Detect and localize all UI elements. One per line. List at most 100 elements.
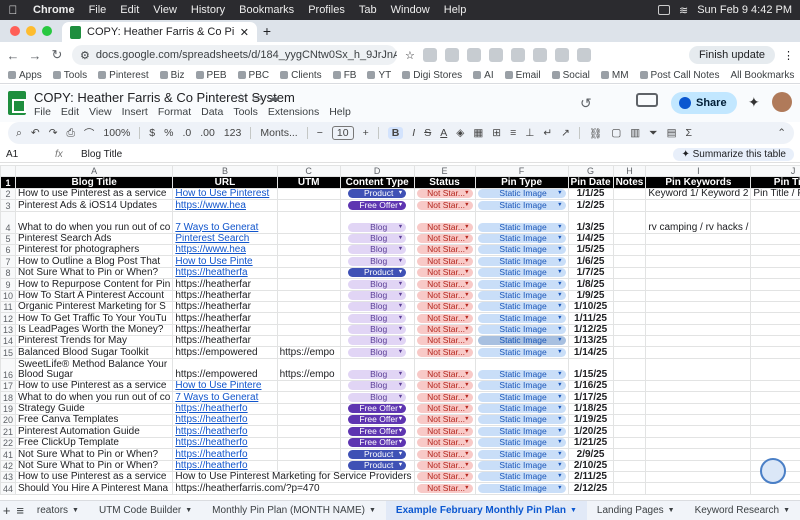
bookmark-item[interactable]: MM xyxy=(601,70,629,81)
extension-icon[interactable] xyxy=(576,48,591,62)
cell-url[interactable]: How to Use Pinterest xyxy=(172,187,278,201)
cell-status[interactable]: Not Star... xyxy=(413,232,476,245)
type-chip[interactable]: Free Offer xyxy=(348,438,407,448)
cell-pin-date[interactable]: 1/13/25 xyxy=(567,335,614,348)
status-chip[interactable]: Not Star... xyxy=(416,392,473,402)
cell-notes[interactable] xyxy=(612,232,647,245)
site-info-icon[interactable]: ⚙ xyxy=(80,49,90,62)
row-number[interactable]: 15 xyxy=(0,346,17,359)
all-sheets-menu-icon[interactable]: ≡ xyxy=(13,503,26,518)
cell-pin-date[interactable]: 2/12/25 xyxy=(567,482,614,495)
cell-pin-keywords[interactable] xyxy=(645,278,752,291)
cell-pin-date[interactable]: 1/15/25 xyxy=(567,357,614,381)
cell-utm[interactable] xyxy=(276,379,341,393)
cell-pin-type[interactable]: Static Image xyxy=(474,300,569,314)
cell-pin-type[interactable]: Static Image xyxy=(474,459,569,473)
cell-pin-date[interactable]: 1/1/25 xyxy=(567,187,614,201)
status-chip[interactable]: Not Star... xyxy=(416,313,473,323)
chevron-down-icon[interactable]: ▼ xyxy=(369,507,376,514)
bookmark-item[interactable]: Email xyxy=(505,70,541,81)
cell-pin-keywords[interactable]: Keyword 1/ Keyword 2 xyxy=(645,187,752,201)
align-vertical-icon[interactable]: ⊥ xyxy=(525,127,534,139)
cell-utm[interactable] xyxy=(276,436,341,450)
borders-icon[interactable]: ▦ xyxy=(473,127,483,139)
cell-pin-type[interactable]: Static Image xyxy=(474,210,569,234)
pintype-chip[interactable]: Static Image xyxy=(477,438,566,448)
browser-tab-active[interactable]: COPY: Heather Farris & Co Pin ✕ xyxy=(62,22,257,42)
cell-pin-keywords[interactable] xyxy=(645,300,752,314)
cell-pin-date[interactable]: 1/11/25 xyxy=(567,312,614,325)
row-number[interactable]: 16 xyxy=(0,357,17,381)
cell-url[interactable]: https://heatherfar xyxy=(172,278,278,291)
cell-blog-title[interactable]: Is LeadPages Worth the Money? xyxy=(15,323,174,337)
bookmark-item[interactable]: AI xyxy=(473,70,493,81)
close-window-button[interactable] xyxy=(10,26,20,36)
cell-blog-title[interactable]: SweetLife® Method Balance Your Blood Sug… xyxy=(15,357,174,381)
font-size-increase-button[interactable]: + xyxy=(363,127,369,139)
spreadsheet-grid[interactable]: ABCDEFGHIJK 1Blog TitleURLUTMContent Typ… xyxy=(0,165,800,498)
column-header-e[interactable]: E xyxy=(413,165,476,178)
cell-blog-title[interactable]: Organic Pinterest Marketing for S xyxy=(15,300,174,314)
cell-pin-type[interactable]: Static Image xyxy=(474,323,569,337)
battery-icon[interactable] xyxy=(658,5,670,15)
column-header-j[interactable]: J xyxy=(750,165,800,178)
cell-url[interactable]: https://heatherfo xyxy=(172,459,278,473)
header-cell[interactable]: URL xyxy=(172,176,278,189)
cell-pin-type[interactable]: Static Image xyxy=(474,482,569,495)
cell-content-type[interactable]: Product xyxy=(339,187,415,201)
cell-status[interactable]: Not Star... xyxy=(413,482,476,495)
cell-content-type[interactable]: Blog xyxy=(339,391,415,404)
bookmark-item[interactable]: PEB xyxy=(196,70,227,81)
cell-url[interactable]: https://heatherfar xyxy=(172,289,278,302)
cell-blog-title[interactable]: How to use Pinterest as a service xyxy=(15,187,174,201)
cell-url[interactable]: https://heatherfar xyxy=(172,312,278,325)
type-chip[interactable]: Blog xyxy=(348,302,407,312)
cell-blog-title[interactable]: What to do when you run out of co xyxy=(15,391,174,404)
cell-url[interactable]: How to Use Pinterest Marketing for Servi… xyxy=(172,470,415,484)
cell-pin-title[interactable] xyxy=(750,255,800,268)
row-number[interactable]: 3 xyxy=(0,199,17,212)
sheet-tab[interactable]: Landing Pages ▼ xyxy=(587,501,685,520)
cell-utm[interactable] xyxy=(276,199,341,212)
cell-url[interactable]: How to Use Pinte xyxy=(172,255,278,268)
cell-pin-title[interactable] xyxy=(750,323,800,337)
status-chip[interactable]: Not Star... xyxy=(416,245,473,255)
cell-pin-date[interactable]: 2/9/25 xyxy=(567,448,614,461)
cell-pin-title[interactable]: Pin Title / Pin Title xyxy=(750,187,800,201)
bookmark-item[interactable]: Pinterest xyxy=(98,70,148,81)
cell-blog-title[interactable]: Pinterest Trends for May xyxy=(15,335,174,348)
cell-utm[interactable] xyxy=(276,448,341,461)
column-header-i[interactable]: I xyxy=(645,165,752,178)
cell-utm[interactable] xyxy=(276,402,341,416)
functions-icon[interactable]: Σ xyxy=(686,127,693,139)
cell-utm[interactable] xyxy=(276,255,341,268)
zoom-select[interactable]: 100% xyxy=(103,127,130,139)
cell-pin-type[interactable]: Static Image xyxy=(474,255,569,268)
pintype-chip[interactable]: Static Image xyxy=(477,404,566,414)
row-number[interactable]: 10 xyxy=(0,289,17,302)
bookmark-item[interactable]: Digi Stores xyxy=(402,70,462,81)
cell-blog-title[interactable]: Not Sure What to Pin or When? xyxy=(15,459,174,473)
meet-icon[interactable] xyxy=(636,93,658,107)
sheets-menu-format[interactable]: Format xyxy=(158,106,191,118)
row-number[interactable]: 8 xyxy=(0,266,17,280)
column-header-f[interactable]: F xyxy=(474,165,569,178)
row-number[interactable]: 2 xyxy=(0,187,17,201)
insert-comment-icon[interactable]: ▢ xyxy=(611,127,621,139)
cell-content-type[interactable]: Blog xyxy=(339,210,415,234)
cell-url[interactable]: https://heatherfo xyxy=(172,436,278,450)
cell-pin-date[interactable]: 1/10/25 xyxy=(567,300,614,314)
status-chip[interactable]: Not Star... xyxy=(416,438,473,448)
cell-pin-type[interactable]: Static Image xyxy=(474,470,569,484)
cell-status[interactable]: Not Star... xyxy=(413,414,476,427)
sheet-tab[interactable]: reators ▼ xyxy=(27,501,89,520)
header-cell[interactable]: Notes xyxy=(612,176,647,189)
sheets-menu-tools[interactable]: Tools xyxy=(233,106,258,118)
cell-content-type[interactable]: Free Offer xyxy=(339,402,415,416)
cell-notes[interactable] xyxy=(612,199,647,212)
cell-notes[interactable] xyxy=(612,482,647,495)
cell-notes[interactable] xyxy=(612,402,647,416)
row-number[interactable]: 7 xyxy=(0,255,17,268)
cell-utm[interactable] xyxy=(276,459,341,473)
number-format-button[interactable]: 123 xyxy=(224,127,242,139)
